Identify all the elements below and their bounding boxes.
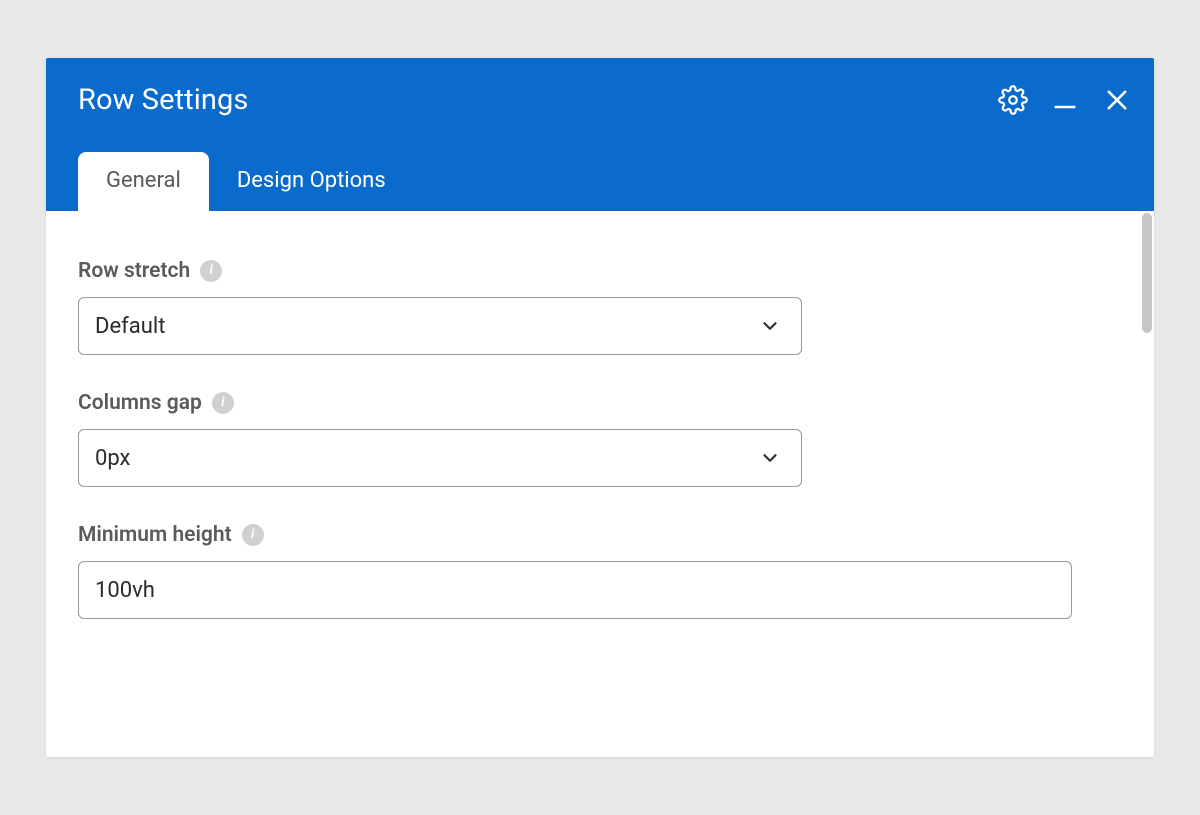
tab-general[interactable]: General xyxy=(78,152,209,211)
label-text: Minimum height xyxy=(78,523,232,547)
modal-body: Row stretch i Default Columns gap i 0px xyxy=(46,211,1154,757)
modal-title: Row Settings xyxy=(78,83,249,117)
columns-gap-select[interactable]: 0px xyxy=(78,429,802,487)
select-value: 0px xyxy=(95,446,130,471)
field-label: Columns gap i xyxy=(78,391,1122,415)
chevron-down-icon xyxy=(759,447,781,469)
header-top: Row Settings xyxy=(78,76,1134,124)
close-button[interactable] xyxy=(1100,83,1134,117)
modal-header: Row Settings xyxy=(46,58,1154,211)
header-actions xyxy=(996,83,1134,117)
row-settings-modal: Row Settings xyxy=(46,58,1154,757)
tab-label: Design Options xyxy=(237,168,386,193)
info-icon[interactable]: i xyxy=(212,392,234,414)
info-icon[interactable]: i xyxy=(242,524,264,546)
field-columns-gap: Columns gap i 0px xyxy=(78,391,1122,487)
close-icon xyxy=(1103,86,1131,114)
tab-label: General xyxy=(106,168,181,193)
modal-body-wrap: Row stretch i Default Columns gap i 0px xyxy=(46,211,1154,757)
label-text: Row stretch xyxy=(78,259,190,283)
row-stretch-select[interactable]: Default xyxy=(78,297,802,355)
minimize-icon xyxy=(1051,86,1079,114)
label-text: Columns gap xyxy=(78,391,202,415)
settings-button[interactable] xyxy=(996,83,1030,117)
select-value: Default xyxy=(95,314,165,339)
field-label: Minimum height i xyxy=(78,523,1122,547)
field-minimum-height: Minimum height i xyxy=(78,523,1122,619)
tab-design-options[interactable]: Design Options xyxy=(209,152,414,211)
minimum-height-input[interactable] xyxy=(78,561,1072,619)
chevron-down-icon xyxy=(759,315,781,337)
gear-icon xyxy=(998,85,1028,115)
tabs: General Design Options xyxy=(78,152,1134,211)
info-icon[interactable]: i xyxy=(200,260,222,282)
field-label: Row stretch i xyxy=(78,259,1122,283)
scrollbar-thumb[interactable] xyxy=(1142,213,1152,333)
minimize-button[interactable] xyxy=(1048,83,1082,117)
field-row-stretch: Row stretch i Default xyxy=(78,259,1122,355)
